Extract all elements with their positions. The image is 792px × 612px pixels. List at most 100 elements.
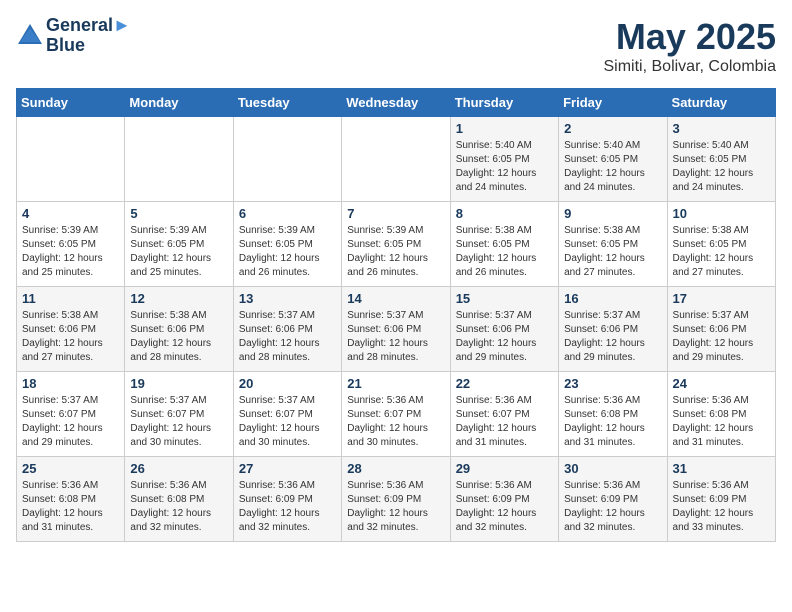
day-number: 23 bbox=[564, 376, 661, 391]
logo: General► Blue bbox=[16, 16, 131, 56]
logo-text: General► Blue bbox=[46, 16, 131, 56]
weekday-header-sunday: Sunday bbox=[17, 89, 125, 117]
title-block: May 2025 Simiti, Bolivar, Colombia bbox=[604, 16, 777, 76]
calendar-cell: 5Sunrise: 5:39 AM Sunset: 6:05 PM Daylig… bbox=[125, 202, 233, 287]
calendar-cell: 1 Sunrise: 5:40 AM Sunset: 6:05 PM Daylig… bbox=[450, 117, 558, 202]
day-number: 28 bbox=[347, 461, 444, 476]
day-number: 24 bbox=[673, 376, 770, 391]
day-info: Sunrise: 5:38 AM Sunset: 6:05 PM Dayligh… bbox=[456, 224, 553, 280]
calendar-cell: 2 Sunrise: 5:40 AM Sunset: 6:05 PM Daylig… bbox=[559, 117, 667, 202]
day-number: 17 bbox=[673, 291, 770, 306]
day-number: 2 bbox=[564, 121, 661, 136]
day-info: Sunrise: 5:36 AM Sunset: 6:08 PM Dayligh… bbox=[564, 394, 661, 450]
day-info: Sunrise: 5:37 AM Sunset: 6:06 PM Dayligh… bbox=[347, 309, 444, 365]
calendar-cell bbox=[125, 117, 233, 202]
weekday-header-monday: Monday bbox=[125, 89, 233, 117]
calendar-cell: 29Sunrise: 5:36 AM Sunset: 6:09 PM Dayli… bbox=[450, 457, 558, 542]
day-number: 11 bbox=[22, 291, 119, 306]
calendar-table: SundayMondayTuesdayWednesdayThursdayFrid… bbox=[16, 88, 776, 542]
calendar-cell: 25Sunrise: 5:36 AM Sunset: 6:08 PM Dayli… bbox=[17, 457, 125, 542]
calendar-cell: 3 Sunrise: 5:40 AM Sunset: 6:05 PM Daylig… bbox=[667, 117, 775, 202]
day-info: Sunrise: 5:36 AM Sunset: 6:08 PM Dayligh… bbox=[130, 479, 227, 535]
day-number: 1 bbox=[456, 121, 553, 136]
day-number: 18 bbox=[22, 376, 119, 391]
calendar-cell: 14 Sunrise: 5:37 AM Sunset: 6:06 PM Dayli… bbox=[342, 287, 450, 372]
calendar-cell: 22 Sunrise: 5:36 AM Sunset: 6:07 PM Dayli… bbox=[450, 372, 558, 457]
calendar-cell: 31 Sunrise: 5:36 AM Sunset: 6:09 PM Dayli… bbox=[667, 457, 775, 542]
day-number: 8 bbox=[456, 206, 553, 221]
calendar-cell: 17 Sunrise: 5:37 AM Sunset: 6:06 PM Dayli… bbox=[667, 287, 775, 372]
day-info: Sunrise: 5:38 AM Sunset: 6:06 PM Dayligh… bbox=[22, 309, 119, 365]
day-info: Sunrise: 5:36 AM Sunset: 6:07 PM Dayligh… bbox=[456, 394, 553, 450]
day-number: 31 bbox=[673, 461, 770, 476]
calendar-week-row: 4 Sunrise: 5:39 AM Sunset: 6:05 PM Daylig… bbox=[17, 202, 776, 287]
calendar-cell: 28 Sunrise: 5:36 AM Sunset: 6:09 PM Dayli… bbox=[342, 457, 450, 542]
calendar-cell: 11 Sunrise: 5:38 AM Sunset: 6:06 PM Dayli… bbox=[17, 287, 125, 372]
calendar-cell: 8 Sunrise: 5:38 AM Sunset: 6:05 PM Daylig… bbox=[450, 202, 558, 287]
day-number: 7 bbox=[347, 206, 444, 221]
day-number: 22 bbox=[456, 376, 553, 391]
day-info: Sunrise: 5:38 AM Sunset: 6:06 PM Dayligh… bbox=[130, 309, 227, 365]
calendar-cell: 9 Sunrise: 5:38 AM Sunset: 6:05 PM Daylig… bbox=[559, 202, 667, 287]
day-number: 15 bbox=[456, 291, 553, 306]
calendar-week-row: 11 Sunrise: 5:38 AM Sunset: 6:06 PM Dayli… bbox=[17, 287, 776, 372]
day-info: Sunrise: 5:37 AM Sunset: 6:06 PM Dayligh… bbox=[239, 309, 336, 365]
day-info: Sunrise: 5:36 AM Sunset: 6:08 PM Dayligh… bbox=[22, 479, 119, 535]
calendar-cell: 18Sunrise: 5:37 AM Sunset: 6:07 PM Dayli… bbox=[17, 372, 125, 457]
day-info: Sunrise: 5:39 AM Sunset: 6:05 PM Dayligh… bbox=[130, 224, 227, 280]
day-number: 10 bbox=[673, 206, 770, 221]
day-number: 9 bbox=[564, 206, 661, 221]
calendar-subtitle: Simiti, Bolivar, Colombia bbox=[604, 58, 777, 76]
day-info: Sunrise: 5:39 AM Sunset: 6:05 PM Dayligh… bbox=[239, 224, 336, 280]
day-info: Sunrise: 5:36 AM Sunset: 6:09 PM Dayligh… bbox=[239, 479, 336, 535]
page-header: General► Blue May 2025 Simiti, Bolivar, … bbox=[16, 16, 776, 76]
calendar-cell bbox=[233, 117, 341, 202]
weekday-header-wednesday: Wednesday bbox=[342, 89, 450, 117]
calendar-cell: 6Sunrise: 5:39 AM Sunset: 6:05 PM Daylig… bbox=[233, 202, 341, 287]
calendar-cell: 23 Sunrise: 5:36 AM Sunset: 6:08 PM Dayli… bbox=[559, 372, 667, 457]
day-info: Sunrise: 5:38 AM Sunset: 6:05 PM Dayligh… bbox=[564, 224, 661, 280]
calendar-title: May 2025 bbox=[604, 16, 777, 58]
day-number: 26 bbox=[130, 461, 227, 476]
day-info: Sunrise: 5:36 AM Sunset: 6:09 PM Dayligh… bbox=[347, 479, 444, 535]
day-info: Sunrise: 5:40 AM Sunset: 6:05 PM Dayligh… bbox=[564, 139, 661, 195]
day-info: Sunrise: 5:36 AM Sunset: 6:07 PM Dayligh… bbox=[347, 394, 444, 450]
day-info: Sunrise: 5:37 AM Sunset: 6:06 PM Dayligh… bbox=[564, 309, 661, 365]
day-info: Sunrise: 5:40 AM Sunset: 6:05 PM Dayligh… bbox=[456, 139, 553, 195]
weekday-header-row: SundayMondayTuesdayWednesdayThursdayFrid… bbox=[17, 89, 776, 117]
weekday-header-saturday: Saturday bbox=[667, 89, 775, 117]
day-number: 12 bbox=[130, 291, 227, 306]
calendar-cell: 19Sunrise: 5:37 AM Sunset: 6:07 PM Dayli… bbox=[125, 372, 233, 457]
day-info: Sunrise: 5:39 AM Sunset: 6:05 PM Dayligh… bbox=[347, 224, 444, 280]
calendar-week-row: 25Sunrise: 5:36 AM Sunset: 6:08 PM Dayli… bbox=[17, 457, 776, 542]
calendar-cell: 20 Sunrise: 5:37 AM Sunset: 6:07 PM Dayli… bbox=[233, 372, 341, 457]
day-info: Sunrise: 5:37 AM Sunset: 6:07 PM Dayligh… bbox=[239, 394, 336, 450]
day-info: Sunrise: 5:37 AM Sunset: 6:06 PM Dayligh… bbox=[673, 309, 770, 365]
calendar-cell: 24 Sunrise: 5:36 AM Sunset: 6:08 PM Dayli… bbox=[667, 372, 775, 457]
calendar-cell: 26 Sunrise: 5:36 AM Sunset: 6:08 PM Dayli… bbox=[125, 457, 233, 542]
day-info: Sunrise: 5:37 AM Sunset: 6:06 PM Dayligh… bbox=[456, 309, 553, 365]
day-info: Sunrise: 5:38 AM Sunset: 6:05 PM Dayligh… bbox=[673, 224, 770, 280]
day-info: Sunrise: 5:36 AM Sunset: 6:09 PM Dayligh… bbox=[564, 479, 661, 535]
day-number: 13 bbox=[239, 291, 336, 306]
day-info: Sunrise: 5:40 AM Sunset: 6:05 PM Dayligh… bbox=[673, 139, 770, 195]
day-number: 20 bbox=[239, 376, 336, 391]
day-number: 3 bbox=[673, 121, 770, 136]
calendar-cell bbox=[342, 117, 450, 202]
day-info: Sunrise: 5:36 AM Sunset: 6:08 PM Dayligh… bbox=[673, 394, 770, 450]
day-info: Sunrise: 5:36 AM Sunset: 6:09 PM Dayligh… bbox=[456, 479, 553, 535]
day-number: 4 bbox=[22, 206, 119, 221]
day-number: 30 bbox=[564, 461, 661, 476]
calendar-cell: 12 Sunrise: 5:38 AM Sunset: 6:06 PM Dayli… bbox=[125, 287, 233, 372]
calendar-week-row: 18 Sunrise: 5:37 AM Sunset: 6:07 PM Dayli… bbox=[17, 372, 776, 457]
calendar-cell: 15 Sunrise: 5:37 AM Sunset: 6:06 PM Dayli… bbox=[450, 287, 558, 372]
calendar-cell: 27Sunrise: 5:36 AM Sunset: 6:09 PM Dayli… bbox=[233, 457, 341, 542]
day-info: Sunrise: 5:36 AM Sunset: 6:09 PM Dayligh… bbox=[673, 479, 770, 535]
day-info: Sunrise: 5:37 AM Sunset: 6:07 PM Dayligh… bbox=[130, 394, 227, 450]
calendar-cell: 4 Sunrise: 5:39 AM Sunset: 6:05 PM Daylig… bbox=[17, 202, 125, 287]
calendar-week-row: 1 Sunrise: 5:40 AM Sunset: 6:05 PM Daylig… bbox=[17, 117, 776, 202]
calendar-cell: 10 Sunrise: 5:38 AM Sunset: 6:05 PM Dayli… bbox=[667, 202, 775, 287]
calendar-cell: 13 Sunrise: 5:37 AM Sunset: 6:06 PM Dayli… bbox=[233, 287, 341, 372]
day-info: Sunrise: 5:39 AM Sunset: 6:05 PM Dayligh… bbox=[22, 224, 119, 280]
day-number: 14 bbox=[347, 291, 444, 306]
